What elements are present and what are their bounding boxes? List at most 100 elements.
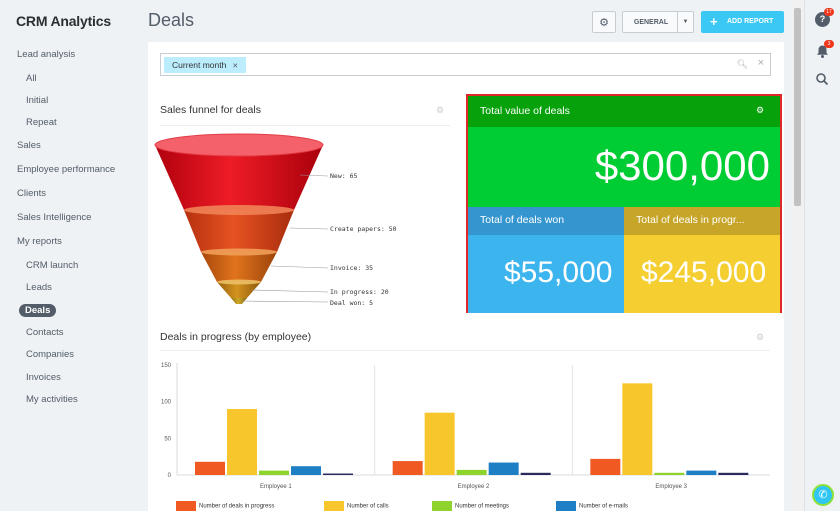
funnel-stage-create-papers: [184, 205, 294, 252]
sidebar-item-all[interactable]: All: [26, 73, 37, 84]
sidebar-item-sales-intelligence[interactable]: Sales Intelligence: [17, 212, 91, 223]
sidebar-item-repeat[interactable]: Repeat: [26, 117, 57, 128]
deals-won-label: Total of deals won: [480, 214, 565, 226]
bar: [323, 473, 353, 475]
funnel-label-deal-won: Deal won: 5: [330, 299, 373, 307]
search-icon: [816, 73, 829, 86]
clear-icon[interactable]: ×: [758, 57, 764, 69]
y-tick-label: 150: [161, 363, 172, 369]
search-button[interactable]: [815, 72, 833, 90]
funnel-stage-invoice: [201, 248, 277, 282]
scrollbar-thumb[interactable]: [794, 8, 801, 206]
sidebar-item-companies[interactable]: Companies: [26, 349, 74, 360]
funnel-label-create-papers: Create papers: 50: [330, 225, 397, 233]
phone-icon: ✆: [818, 489, 828, 501]
add-report-button[interactable]: + ADD REPORT: [701, 11, 784, 33]
sidebar-item-contacts[interactable]: Contacts: [26, 327, 64, 338]
app-title: CRM Analytics: [16, 13, 111, 29]
filter-bar[interactable]: Current month ✕ 🔍︎ ×: [160, 53, 771, 76]
legend-swatch: [556, 501, 576, 511]
funnel-label-invoice: Invoice: 35: [330, 264, 373, 272]
notifications-counter-badge: 3: [824, 40, 834, 48]
x-tick-label: Employee 2: [458, 484, 490, 490]
y-tick-label: 0: [168, 473, 172, 479]
bar: [195, 461, 225, 475]
bar: [291, 466, 321, 475]
bar: [456, 469, 487, 475]
filter-tag-label: Current month: [172, 60, 227, 70]
bar: [654, 472, 685, 475]
sidebar-item-my-activities[interactable]: My activities: [26, 394, 78, 405]
general-dropdown[interactable]: GENERAL ▼: [622, 11, 694, 33]
sidebar: CRM Analytics Lead analysis All Initial …: [0, 0, 140, 511]
funnel-label-new: New: 65: [330, 172, 357, 180]
y-tick-label: 50: [164, 436, 171, 442]
y-tick-label: 100: [161, 400, 172, 406]
divider: [160, 350, 770, 351]
add-report-label: ADD REPORT: [727, 18, 774, 25]
funnel-widget-title: Sales funnel for deals: [160, 104, 261, 116]
sidebar-item-sales[interactable]: Sales: [17, 140, 41, 151]
help-counter-badge: 17: [824, 8, 834, 16]
filter-tag-current-month[interactable]: Current month ✕: [164, 57, 247, 73]
bar: [718, 472, 749, 475]
bar: [392, 461, 423, 475]
bar: [227, 409, 257, 475]
gear-icon[interactable]: ⚙: [436, 105, 444, 116]
legend-label: Number of meetings: [455, 503, 510, 510]
gear-icon[interactable]: ⚙: [756, 332, 764, 343]
total-value-label: Total value of deals: [480, 105, 570, 117]
sidebar-item-invoices[interactable]: Invoices: [26, 372, 61, 383]
plus-icon: +: [710, 14, 718, 29]
bar: [590, 458, 621, 475]
bar: [488, 462, 519, 475]
gear-icon[interactable]: ⚙: [756, 105, 764, 116]
sidebar-item-initial[interactable]: Initial: [26, 95, 48, 106]
legend-item-emails[interactable]: Number of e-mails: [556, 501, 628, 511]
legend-swatch: [176, 501, 196, 511]
bar: [520, 472, 551, 475]
legend-item-meetings[interactable]: Number of meetings: [432, 501, 509, 511]
bar: [259, 470, 289, 475]
page-title: Deals: [148, 10, 195, 30]
help-button[interactable]: ? 17: [815, 8, 834, 30]
divider: [160, 125, 450, 126]
total-value-amount: $300,000: [594, 142, 770, 189]
sales-funnel-chart: New: 65 Create papers: 50 Invoice: 35 In…: [154, 133, 397, 307]
sidebar-item-leads[interactable]: Leads: [26, 282, 52, 293]
general-label: GENERAL: [633, 19, 669, 26]
search-icon[interactable]: 🔍︎: [737, 59, 748, 70]
legend-item-calls[interactable]: Number of calls: [324, 501, 389, 511]
funnel-stage-new: [154, 133, 324, 210]
deals-in-progress-label: Total of deals in progr...: [636, 214, 745, 226]
legend-label: Number of e-mails: [579, 503, 629, 510]
legend-label: Number of deals in progress: [199, 503, 275, 510]
total-value-widget: Total value of deals ⚙ $300,000 Total of…: [466, 94, 782, 313]
funnel-label-in-progress: In progress: 20: [330, 288, 389, 296]
sidebar-item-employee-performance[interactable]: Employee performance: [17, 164, 115, 175]
close-icon[interactable]: ✕: [232, 63, 238, 70]
funnel-stage-in-progress: [217, 279, 261, 298]
sidebar-item-clients[interactable]: Clients: [17, 188, 46, 199]
deals-won-amount: $55,000: [504, 256, 613, 289]
right-panel: ? 17 3: [804, 0, 840, 511]
legend-swatch: [432, 501, 452, 511]
bar: [424, 412, 455, 475]
gear-icon: ⚙: [599, 16, 609, 29]
sidebar-item-deals[interactable]: Deals: [19, 304, 57, 317]
legend-label: Number of calls: [347, 503, 389, 510]
sidebar-item-crm-launch[interactable]: CRM launch: [26, 260, 78, 271]
phone-button[interactable]: ✆: [812, 484, 834, 506]
x-tick-label: Employee 1: [260, 484, 292, 490]
sidebar-item-my-reports[interactable]: My reports: [17, 236, 62, 247]
settings-button[interactable]: ⚙: [592, 11, 616, 33]
bar: [622, 383, 653, 475]
notifications-button[interactable]: 3: [815, 40, 834, 62]
legend-item-deals-in-progress[interactable]: Number of deals in progress: [176, 501, 274, 511]
bar-widget-title: Deals in progress (by employee): [160, 331, 312, 343]
x-tick-label: Employee 3: [655, 484, 687, 490]
bar: [686, 470, 717, 475]
deals-by-employee-chart: 0 50 100 150 Employee 1 Employee 2 Employee 3: [161, 363, 770, 490]
chevron-down-icon[interactable]: ▼: [677, 12, 693, 32]
sidebar-item-lead-analysis[interactable]: Lead analysis: [17, 49, 75, 60]
